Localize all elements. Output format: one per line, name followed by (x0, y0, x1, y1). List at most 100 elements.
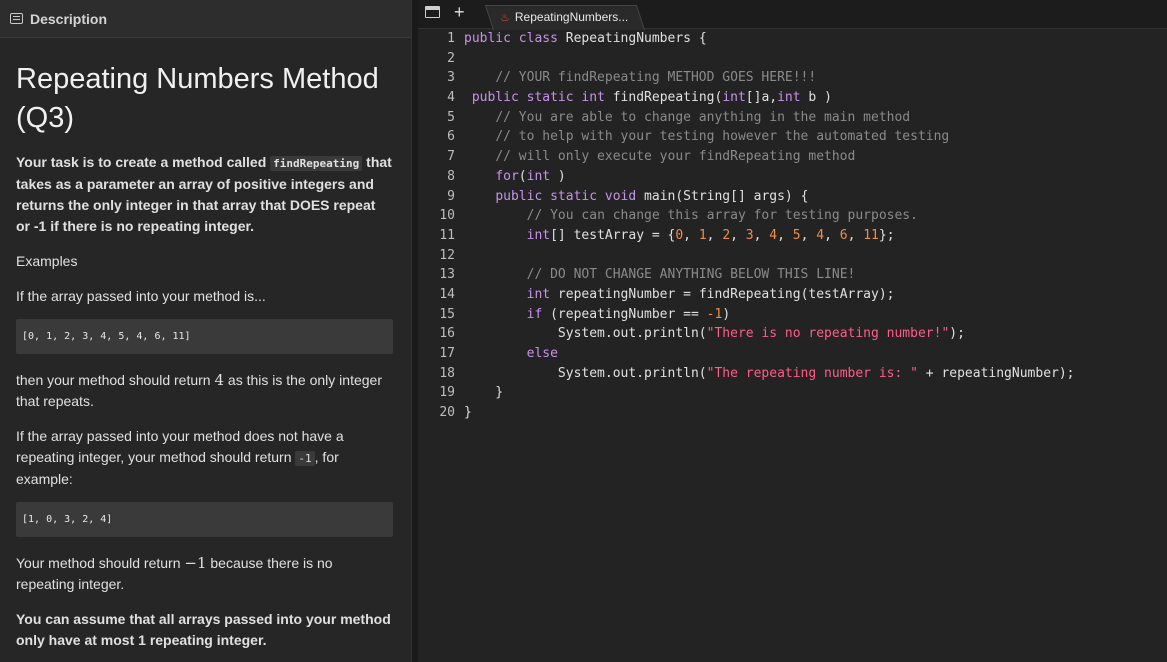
code-line[interactable]: 6 // to help with your testing however t… (418, 127, 1167, 147)
code-token: // You can change this array for testing… (526, 208, 918, 224)
code-token: , (730, 227, 746, 243)
code-token: RepeatingNumbers { (557, 31, 707, 46)
code-token: int (526, 168, 551, 184)
code-line-text: for(int ) (464, 167, 565, 187)
code-token: }; (878, 227, 895, 243)
code-line-text: int repeatingNumber = findRepeating(test… (464, 285, 895, 305)
code-line[interactable]: 7 // will only execute your findRepeatin… (418, 147, 1167, 167)
code-line[interactable]: 1 public class RepeatingNumbers { (418, 29, 1167, 49)
code-line[interactable]: 3 // YOUR findRepeating METHOD GOES HERE… (418, 68, 1167, 88)
code-token: 3 (745, 227, 754, 243)
if-passed-text: If the array passed into your method is.… (16, 288, 266, 304)
code-token: // YOUR findRepeating METHOD GOES HERE!!… (495, 70, 817, 86)
line-number: 20 (439, 405, 455, 421)
code-line-text: } (464, 403, 472, 423)
code-token: ); (949, 326, 965, 342)
code-line[interactable]: 15 if (repeatingNumber == -1) (418, 305, 1167, 325)
code-token: } (464, 385, 504, 401)
code-token: 4 (769, 227, 778, 243)
code-token: b ) (800, 90, 832, 106)
code-token: 1 (698, 227, 707, 243)
description-header-label: Description (30, 10, 108, 27)
code-line-text: if (repeatingNumber == -1) (464, 305, 731, 325)
then-value: 4 (214, 371, 225, 389)
return-minus-one-text: Your method should return −1 because the… (16, 553, 393, 595)
code-token: else (526, 346, 558, 361)
line-number: 10 (439, 208, 455, 224)
no-repeat-text: If the array passed into your method doe… (16, 426, 393, 490)
code-line[interactable]: 12 (418, 246, 1167, 266)
code-area[interactable]: 1 public class RepeatingNumbers {2 3 // YO… (418, 29, 1167, 423)
line-number: 17 (439, 346, 455, 361)
code-token: for (495, 168, 519, 184)
code-token: int (581, 90, 605, 106)
code-line-text: else (464, 344, 558, 364)
code-line[interactable]: 4 public static int findRepeating(int[]a… (418, 88, 1167, 108)
code-line[interactable]: 11 int[] testArray = {0, 1, 2, 3, 4, 5, … (418, 226, 1167, 246)
code-token: static (526, 90, 574, 106)
code-line[interactable]: 18 System.out.println("The repeating num… (418, 364, 1167, 384)
line-number: 16 (439, 326, 455, 342)
line-number: 12 (439, 247, 455, 263)
line-number: 2 (447, 50, 455, 66)
line-number: 8 (447, 168, 455, 184)
code-token: , (847, 227, 864, 243)
code-token: "There is no repeating number!" (706, 326, 950, 342)
code-token: -1 (706, 306, 723, 322)
java-file-icon: ♨ (500, 11, 510, 24)
code-line[interactable]: 20} (418, 403, 1167, 423)
minus-one-code: -1 (295, 451, 315, 466)
code-line[interactable]: 17 else (418, 344, 1167, 364)
code-line[interactable]: 19 } (418, 383, 1167, 403)
code-token: [] testArray = { (550, 227, 676, 243)
file-tab-repeating-numbers[interactable]: ♨ RepeatingNumbers... (500, 5, 628, 29)
code-line-text: int[] testArray = {0, 1, 2, 3, 4, 5, 4, … (464, 226, 895, 246)
code-token: int (526, 286, 551, 302)
file-tab-label: RepeatingNumbers... (514, 10, 629, 24)
code-token: // You are able to change anything in th… (495, 109, 911, 125)
code-token: } (464, 405, 472, 421)
code-line-text: // will only execute your findRepeating … (464, 147, 855, 167)
line-number: 7 (447, 149, 455, 165)
code-line[interactable]: 5 // You are able to change anything in … (418, 108, 1167, 128)
code-token: , (706, 227, 723, 243)
line-number: 4 (447, 90, 455, 106)
code-line-text: // DO NOT CHANGE ANYTHING BELOW THIS LIN… (464, 265, 856, 285)
code-line[interactable]: 16 System.out.println("There is no repea… (418, 324, 1167, 344)
examples-label: Examples (16, 253, 78, 269)
code-line[interactable]: 14 int repeatingNumber = findRepeating(t… (418, 285, 1167, 305)
code-line-text: // YOUR findRepeating METHOD GOES HERE!!… (464, 68, 816, 88)
description-header[interactable]: Description (0, 0, 411, 38)
code-line-text: public static int findRepeating(int[]a,i… (464, 88, 832, 108)
code-token: , (683, 227, 699, 243)
editor-tab-bar: + ♨ RepeatingNumbers... (418, 0, 1167, 30)
panel-toggle-icon[interactable] (425, 6, 440, 18)
code-line-text: // You are able to change anything in th… (464, 108, 910, 128)
code-token: // DO NOT CHANGE ANYTHING BELOW THIS LIN… (526, 267, 856, 283)
code-token: public (495, 188, 543, 204)
code-token: static (550, 188, 598, 204)
code-token: + repeatingNumber); (917, 365, 1075, 381)
new-tab-button[interactable]: + (454, 2, 465, 22)
page-title: Repeating Numbers Method (Q3) (16, 63, 379, 134)
code-token: System.out.println( (464, 326, 707, 342)
line-number: 18 (439, 365, 455, 381)
code-line[interactable]: 13 // DO NOT CHANGE ANYTHING BELOW THIS … (418, 265, 1167, 285)
then-return-text: then your method should return 4 as this… (16, 370, 393, 412)
code-token: , (753, 227, 770, 243)
code-line[interactable]: 2 (418, 49, 1167, 69)
code-token: ) (722, 306, 731, 322)
code-token: 2 (722, 227, 731, 243)
code-token: findRepeating( (604, 90, 723, 106)
code-token: 0 (675, 227, 684, 243)
code-line[interactable]: 9 public static void main(String[] args)… (418, 187, 1167, 207)
code-line[interactable]: 10 // You can change this array for test… (418, 206, 1167, 226)
code-line[interactable]: 8 for(int ) (418, 167, 1167, 187)
